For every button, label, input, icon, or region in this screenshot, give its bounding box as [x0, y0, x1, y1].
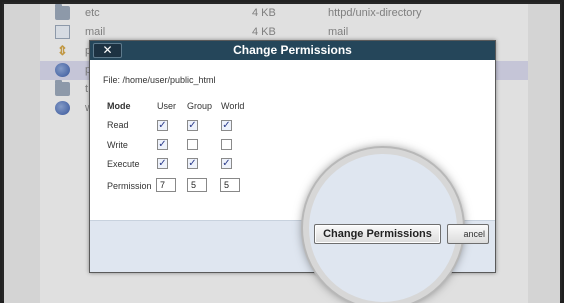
header-mode: Mode: [107, 101, 131, 111]
execute-world-checkbox[interactable]: ✓: [221, 158, 232, 169]
permission-group-input[interactable]: 5: [187, 178, 207, 192]
permission-world-input[interactable]: 5: [220, 178, 240, 192]
cancel-button[interactable]: ancel: [447, 224, 489, 244]
change-permissions-button[interactable]: Change Permissions: [314, 224, 441, 244]
close-button[interactable]: ✕: [93, 43, 122, 58]
file-path-label: File: /home/user/public_html: [103, 75, 216, 85]
permission-user-input[interactable]: 7: [156, 178, 176, 192]
header-world: World: [221, 101, 245, 111]
read-group-checkbox[interactable]: ✓: [187, 120, 198, 131]
write-world-checkbox[interactable]: [221, 139, 232, 150]
read-world-checkbox[interactable]: ✓: [221, 120, 232, 131]
dialog-title: Change Permissions: [90, 41, 495, 60]
row-label-read: Read: [107, 120, 129, 130]
execute-user-checkbox[interactable]: ✓: [157, 158, 168, 169]
execute-group-checkbox[interactable]: ✓: [187, 158, 198, 169]
row-label-execute: Execute: [107, 159, 140, 169]
header-user: User: [157, 101, 177, 111]
read-user-checkbox[interactable]: ✓: [157, 120, 168, 131]
row-label-permission: Permission: [107, 181, 152, 191]
header-group: Group: [187, 101, 213, 111]
write-user-checkbox[interactable]: ✓: [157, 139, 168, 150]
row-label-write: Write: [107, 140, 128, 150]
write-group-checkbox[interactable]: [187, 139, 198, 150]
